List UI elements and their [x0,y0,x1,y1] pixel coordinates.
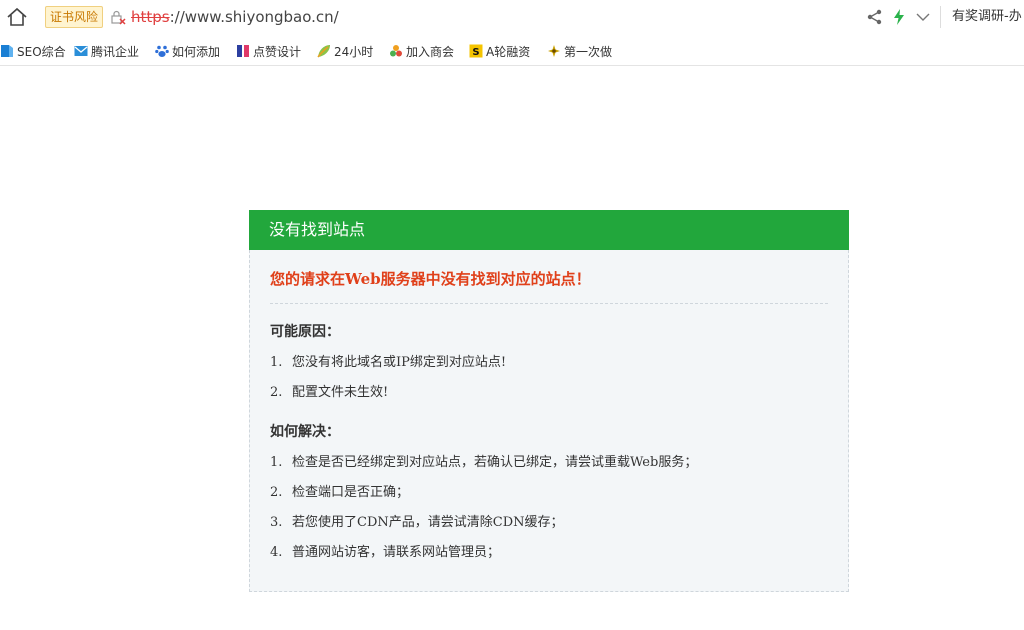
item-number: 1. [270,455,283,470]
bookmark-funding[interactable]: S A轮融资 [469,41,530,61]
panel-body: 您的请求在Web服务器中没有找到对应的站点！ 可能原因： 1. 您没有将此域名或I… [249,250,849,592]
bookmark-seo[interactable]: SEO综合 [0,41,66,61]
bookmark-label: 第一次做 [564,44,613,59]
leaf-icon [317,45,330,58]
item-number: 2. [270,385,283,400]
bookmark-label: SEO综合 [17,44,66,59]
item-number: 4. [270,545,283,560]
address-bar: 证书风险 https://www.shiyongbao.cn/ 有奖调研-办 [0,0,1024,35]
lightning-icon[interactable] [890,8,908,26]
url-scheme: https [131,8,170,26]
item-number: 2. [270,485,283,500]
error-message: 您的请求在Web服务器中没有找到对应的站点！ [270,250,828,304]
item-text: 若您使用了CDN产品，请尝试清除CDN缓存； [292,515,564,530]
tencent-mail-icon [74,46,88,56]
reasons-heading: 可能原因： [270,324,340,340]
solution-item: 3. 若您使用了CDN产品，请尝试清除CDN缓存； [270,508,828,538]
solution-item: 4. 普通网站访客，请联系网站管理员； [270,538,828,568]
reason-item: 1. 您没有将此域名或IP绑定到对应站点! [270,348,828,378]
bookmark-howto[interactable]: 如何添加 [155,41,220,61]
item-text: 检查是否已经绑定到对应站点，若确认已绑定，请尝试重载Web服务； [292,455,698,470]
solutions-heading: 如何解决： [270,424,340,440]
bookmark-label: A轮融资 [486,44,531,59]
item-text: 您没有将此域名或IP绑定到对应站点! [292,355,507,370]
bookmark-label: 24小时 [334,44,374,59]
bookmark-label: 点赞设计 [253,44,302,59]
panel-header: 没有找到站点 [249,210,849,250]
design-icon [237,45,249,57]
bookmark-label: 如何添加 [172,44,221,59]
address-tools [866,8,936,28]
bookmark-chamber[interactable]: 加入商会 [389,41,454,61]
bookmark-label: 加入商会 [406,44,455,59]
baidu-paw-icon [155,45,169,57]
funding-icon: S [469,44,483,58]
cert-warning-badge[interactable]: 证书风险 [45,6,104,28]
solution-item: 1. 检查是否已经绑定到对应站点，若确认已绑定，请尝试重载Web服务； [270,448,828,478]
share-icon[interactable] [866,8,884,26]
first-icon [548,45,560,57]
bookmark-design[interactable]: 点赞设计 [236,41,301,61]
reason-item: 2. 配置文件未生效! [270,378,828,408]
chamber-icon [390,45,402,57]
bookmarks-bar: SEO综合 腾讯企业 如何添加 点赞设计 24小时 加入商会 S A轮融资 第一… [0,35,1024,66]
seo-icon [1,45,13,57]
bookmark-tencent[interactable]: 腾讯企业 [74,41,139,61]
bookmark-label: 腾讯企业 [91,44,140,59]
solutions-list: 1. 检查是否已经绑定到对应站点，若确认已绑定，请尝试重载Web服务； 2. 检查端… [270,448,828,568]
chevron-down-icon[interactable] [914,8,932,26]
url-field[interactable]: https://www.shiyongbao.cn/ [131,7,339,27]
item-text: 检查端口是否正确； [292,485,410,500]
toolbar-divider [940,6,941,28]
reasons-list: 1. 您没有将此域名或IP绑定到对应站点! 2. 配置文件未生效! [270,348,828,408]
item-text: 普通网站访客，请联系网站管理员； [292,545,501,560]
site-not-found-panel: 没有找到站点 您的请求在Web服务器中没有找到对应的站点！ 可能原因： 1. 您没… [249,210,849,592]
url-host: ://www.shiyongbao.cn/ [169,8,339,26]
bookmark-24h[interactable]: 24小时 [317,41,373,61]
item-text: 配置文件未生效! [292,385,389,400]
survey-promo-link[interactable]: 有奖调研-办 [952,7,1024,27]
item-number: 3. [270,515,283,530]
home-icon[interactable] [6,6,28,28]
svg-text:S: S [472,47,479,58]
item-number: 1. [270,355,283,370]
bookmark-first[interactable]: 第一次做 [547,41,612,61]
insecure-lock-icon[interactable] [110,9,126,25]
solution-item: 2. 检查端口是否正确； [270,478,828,508]
